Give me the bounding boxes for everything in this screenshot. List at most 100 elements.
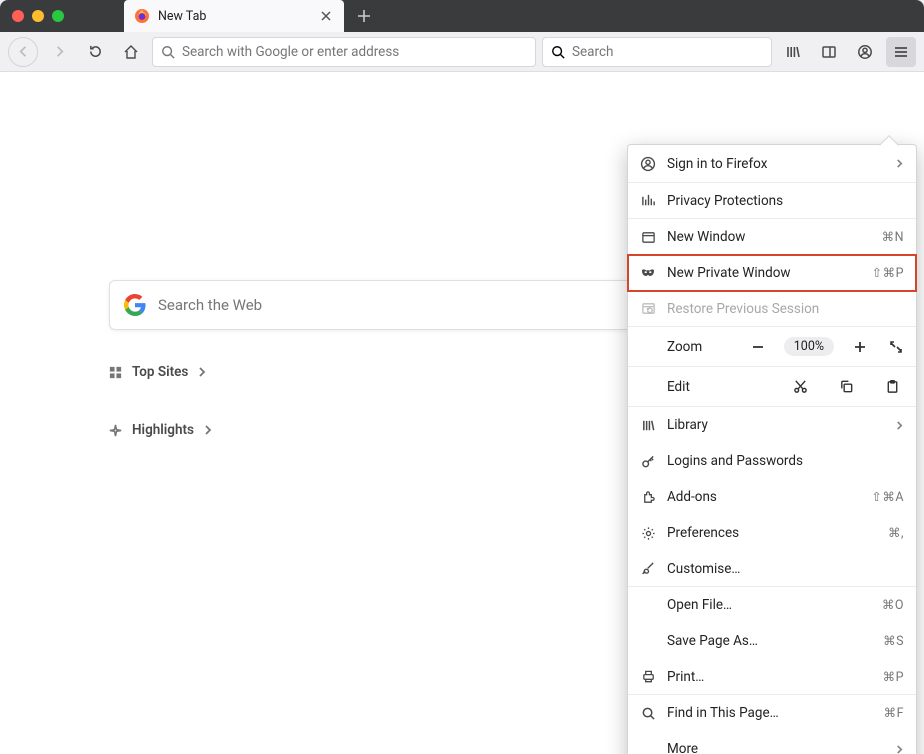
browser-window: New Tab [0,0,924,754]
menu-print-label: Print… [667,669,872,685]
menu-new-window-label: New Window [667,229,871,245]
menu-new-private-window[interactable]: New Private Window ⇧⌘P [628,255,916,291]
menu-print-shortcut: ⌘P [883,669,904,685]
top-sites-section: Top Sites [108,364,207,380]
menu-zoom-row: Zoom 100% [628,327,916,367]
menu-openfile-label: Open File… [667,597,871,613]
zoom-in-button[interactable] [850,337,870,357]
search-bar[interactable] [542,37,772,67]
paste-button[interactable] [884,379,900,395]
app-menu-button[interactable] [886,37,916,67]
menu-addons-label: Add-ons [667,489,860,505]
chevron-right-icon [895,421,904,430]
gear-icon [640,525,656,541]
menu-open-file[interactable]: Open File… ⌘O [628,587,916,623]
tab-title: New Tab [158,9,310,24]
zoom-out-button[interactable] [748,337,768,357]
menu-new-private-shortcut: ⇧⌘P [872,265,904,281]
chevron-right-icon [203,425,213,435]
menu-find-label: Find in This Page… [667,705,873,721]
menu-addons-shortcut: ⇧⌘A [871,489,904,505]
mask-icon [640,265,656,281]
cut-button[interactable] [792,379,808,395]
reload-button[interactable] [80,37,110,67]
menu-logins-label: Logins and Passwords [667,453,904,469]
menu-savepage-label: Save Page As… [667,633,872,649]
menu-library[interactable]: Library [628,407,916,443]
highlights-section: Highlights [108,422,213,438]
window-controls [12,10,64,22]
menu-logins[interactable]: Logins and Passwords [628,443,916,479]
menu-new-private-label: New Private Window [667,265,861,281]
menu-print[interactable]: Print… ⌘P [628,659,916,695]
titlebar: New Tab [0,0,924,32]
privacy-icon [640,193,656,209]
menu-restore-session: Restore Previous Session [628,291,916,327]
search-icon [551,45,565,59]
fullscreen-button[interactable] [886,337,906,357]
menu-customise[interactable]: Customise… [628,551,916,587]
menu-preferences-shortcut: ⌘, [888,525,904,541]
browser-tab[interactable]: New Tab [124,0,344,32]
library-icon [640,417,656,433]
library-button[interactable] [778,37,808,67]
zoom-percent[interactable]: 100% [784,337,834,356]
search-input[interactable] [572,44,763,60]
chevron-right-icon [895,745,904,754]
print-icon [640,669,656,685]
close-tab-icon[interactable] [318,8,334,24]
puzzle-icon [640,489,656,505]
content-area: Top Sites Highlights Sign in to Firefox [0,72,924,754]
menu-save-page[interactable]: Save Page As… ⌘S [628,623,916,659]
new-tab-button[interactable] [350,2,378,30]
search-icon [161,45,175,59]
menu-privacy-label: Privacy Protections [667,193,904,209]
menu-privacy[interactable]: Privacy Protections [628,183,916,219]
sidebar-button[interactable] [814,37,844,67]
url-bar[interactable] [152,37,536,67]
app-menu: Sign in to Firefox Privacy Protections N… [627,144,917,754]
window-icon [640,229,656,245]
menu-preferences-label: Preferences [667,525,877,541]
grid-icon [108,365,123,380]
home-button[interactable] [116,37,146,67]
maximize-window-button[interactable] [52,10,64,22]
menu-signin[interactable]: Sign in to Firefox [628,145,916,183]
menu-new-window[interactable]: New Window ⌘N [628,219,916,255]
tab-strip: New Tab [124,0,378,32]
toolbar [0,32,924,72]
top-sites-label: Top Sites [132,364,188,380]
firefox-favicon-icon [134,8,150,24]
menu-find[interactable]: Find in This Page… ⌘F [628,695,916,731]
menu-restore-label: Restore Previous Session [667,301,904,317]
menu-preferences[interactable]: Preferences ⌘, [628,515,916,551]
menu-new-window-shortcut: ⌘N [882,229,904,245]
minimize-window-button[interactable] [32,10,44,22]
paintbrush-icon [640,561,656,577]
menu-customise-label: Customise… [667,561,904,577]
copy-button[interactable] [838,379,854,395]
url-input[interactable] [182,44,527,60]
menu-more[interactable]: More [628,731,916,754]
forward-button[interactable] [44,37,74,67]
chevron-right-icon [197,367,207,377]
menu-addons[interactable]: Add-ons ⇧⌘A [628,479,916,515]
menu-more-label: More [667,741,884,754]
menu-savepage-shortcut: ⌘S [883,633,904,649]
sparkle-icon [108,423,123,438]
zoom-label: Zoom [667,339,748,355]
top-sites-toggle[interactable]: Top Sites [108,364,207,380]
menu-signin-label: Sign in to Firefox [667,156,884,172]
search-icon [640,705,656,721]
google-icon [124,294,146,316]
highlights-toggle[interactable]: Highlights [108,422,213,438]
back-button[interactable] [8,37,38,67]
edit-label: Edit [667,379,792,395]
close-window-button[interactable] [12,10,24,22]
menu-openfile-shortcut: ⌘O [882,597,904,613]
account-button[interactable] [850,37,880,67]
account-avatar-icon [640,156,656,172]
restore-icon [640,301,656,317]
chevron-right-icon [895,159,904,168]
menu-edit-row: Edit [628,367,916,407]
